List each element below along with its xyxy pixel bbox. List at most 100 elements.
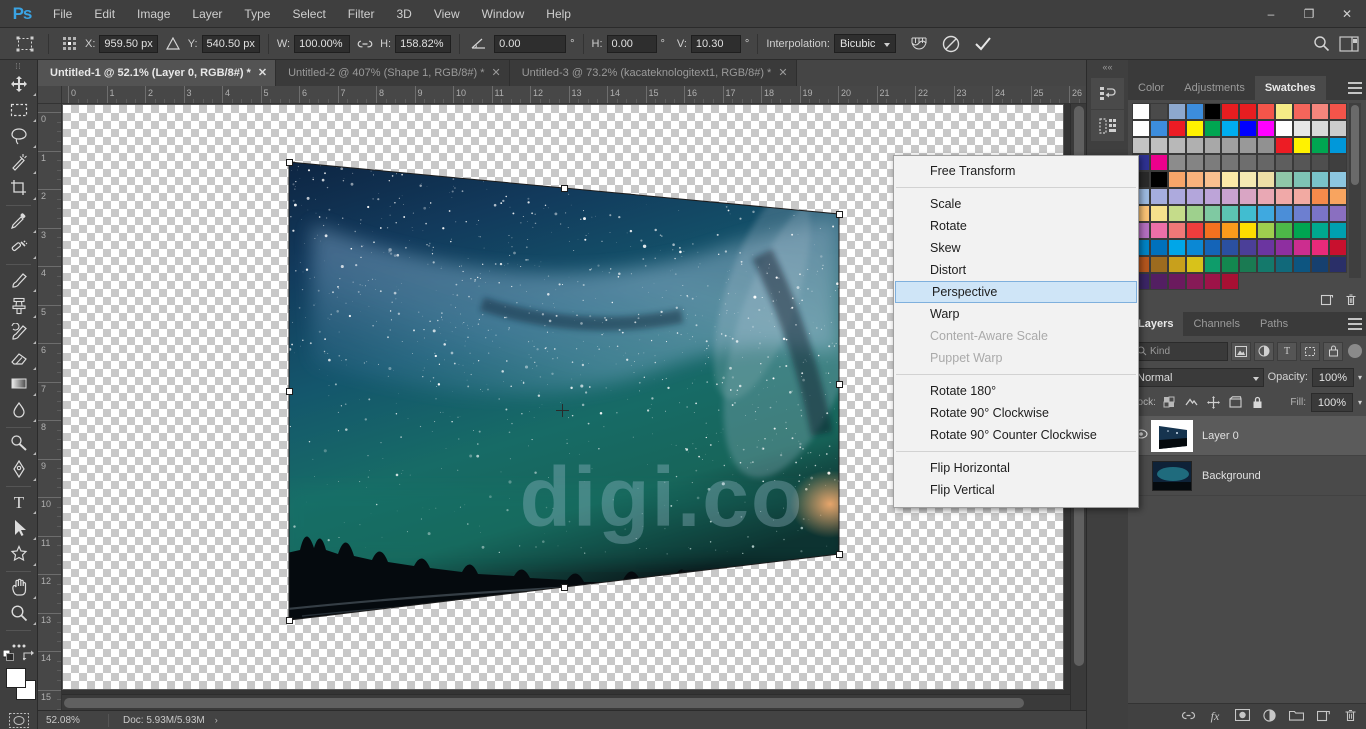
height-input[interactable]: 158.82% (395, 34, 452, 53)
color-swatch[interactable] (1221, 205, 1240, 222)
context-menu-item-warp[interactable]: Warp (894, 303, 1138, 325)
color-swatch[interactable] (1257, 120, 1276, 137)
color-swatch[interactable] (1275, 222, 1294, 239)
layer-thumbnail[interactable] (1152, 460, 1192, 491)
context-menu-item-skew[interactable]: Skew (894, 237, 1138, 259)
color-swatch[interactable] (1203, 188, 1222, 205)
transform-handle-tm[interactable] (561, 185, 568, 192)
color-swatch[interactable] (1275, 154, 1294, 171)
history-brush-tool[interactable] (0, 320, 38, 346)
adjustment-filter-icon[interactable] (1254, 341, 1274, 361)
color-swatch[interactable] (1149, 205, 1168, 222)
transform-handle-tr[interactable] (836, 211, 843, 218)
zoom-tool[interactable] (0, 601, 38, 627)
color-swatch[interactable] (1275, 205, 1294, 222)
color-swatch[interactable] (1275, 171, 1294, 188)
restore-button[interactable]: ❐ (1290, 0, 1328, 28)
color-swatch[interactable] (1239, 137, 1258, 154)
transform-handle-bm[interactable] (561, 584, 568, 591)
color-swatch[interactable] (1167, 154, 1186, 171)
cancel-icon[interactable] (938, 32, 964, 56)
color-swatch[interactable] (1149, 239, 1168, 256)
magic-wand-tool[interactable] (0, 150, 38, 176)
color-swatch[interactable] (1293, 222, 1311, 239)
color-swatch[interactable] (1167, 256, 1186, 273)
color-swatch[interactable] (1239, 205, 1258, 222)
free-transform-icon[interactable] (10, 32, 40, 56)
tab-channels[interactable]: Channels (1183, 312, 1250, 336)
add-layer-mask-button[interactable] (1230, 706, 1254, 728)
color-swatch[interactable] (1310, 154, 1329, 171)
color-swatch[interactable] (1257, 188, 1276, 205)
color-swatch[interactable] (1239, 154, 1258, 171)
document-tab-1[interactable]: Untitled-1 @ 52.1% (Layer 0, RGB/8#) * ✕ (38, 60, 277, 86)
color-swatch[interactable] (1167, 103, 1186, 120)
vertical-ruler[interactable]: 0 1 2 3 4 5 6 7 8 9 10 11 12 13 14 15 (38, 104, 62, 710)
color-swatch[interactable] (1149, 137, 1168, 154)
transform-handle-bl[interactable] (286, 617, 293, 624)
color-swatch[interactable] (1310, 239, 1329, 256)
context-menu-item-distort[interactable]: Distort (894, 259, 1138, 281)
hand-tool[interactable] (0, 575, 38, 601)
opacity-stepper-arrow[interactable]: ▾ (1358, 373, 1362, 382)
color-swatch[interactable] (1221, 222, 1240, 239)
color-swatch[interactable] (1257, 239, 1276, 256)
rotate-angle-input[interactable]: 0.00 (494, 34, 567, 53)
color-swatch[interactable] (1275, 256, 1294, 273)
color-swatch[interactable] (1149, 188, 1168, 205)
transform-handle-ml[interactable] (286, 388, 293, 395)
angle-icon[interactable] (468, 33, 490, 55)
color-swatch[interactable] (1239, 222, 1258, 239)
layer-row[interactable]: Background (1128, 456, 1366, 496)
color-swatch[interactable] (1203, 222, 1222, 239)
reference-point-grid[interactable] (59, 33, 81, 55)
history-icon[interactable] (1091, 78, 1125, 110)
gradient-tool[interactable] (0, 372, 38, 398)
new-adjustment-layer-button[interactable] (1257, 706, 1281, 728)
color-swatch[interactable] (1149, 171, 1168, 188)
skew-v-input[interactable]: 10.30 (690, 34, 741, 53)
type-filter-icon[interactable]: T (1277, 341, 1297, 361)
color-swatch[interactable] (1203, 239, 1222, 256)
link-layers-button[interactable] (1176, 706, 1200, 728)
panel-menu-icon[interactable] (1348, 82, 1362, 94)
panel-menu-icon[interactable] (1348, 318, 1362, 330)
color-swatch[interactable] (1257, 256, 1276, 273)
layer-name[interactable]: Layer 0 (1202, 430, 1239, 442)
color-swatch[interactable] (1293, 120, 1311, 137)
context-menu-item-flip-vertical[interactable]: Flip Vertical (894, 479, 1138, 501)
color-swatch[interactable] (1310, 222, 1329, 239)
color-swatch[interactable] (1239, 256, 1258, 273)
menu-type[interactable]: Type (233, 0, 281, 28)
color-swatch[interactable] (1185, 154, 1204, 171)
menu-help[interactable]: Help (535, 0, 582, 28)
opacity-input[interactable]: 100% (1311, 367, 1354, 387)
color-swatch[interactable] (1149, 273, 1168, 290)
crop-tool[interactable] (0, 176, 38, 202)
color-swatch[interactable] (1257, 205, 1276, 222)
color-swatch[interactable] (1310, 256, 1329, 273)
color-swatch[interactable] (1275, 239, 1294, 256)
color-swatch[interactable] (1239, 171, 1258, 188)
pen-tool[interactable] (0, 457, 38, 483)
path-selection-tool[interactable] (0, 516, 38, 542)
color-swatch[interactable] (1185, 188, 1204, 205)
horizontal-scroll-thumb[interactable] (64, 698, 1024, 708)
color-swatch[interactable] (1221, 120, 1240, 137)
collapse-panels-button[interactable]: «« (1087, 60, 1128, 74)
color-swatch[interactable] (1257, 103, 1276, 120)
document-tab-3[interactable]: Untitled-3 @ 73.2% (kacateknologitext1, … (509, 60, 797, 86)
lock-artboard-icon[interactable] (1227, 394, 1244, 411)
context-menu-item-rotate-90-counter-clockwise[interactable]: Rotate 90° Counter Clockwise (894, 424, 1138, 446)
color-swatch[interactable] (1293, 188, 1311, 205)
color-swatch[interactable] (1257, 171, 1276, 188)
color-swatch[interactable] (1132, 103, 1150, 120)
context-menu-item-perspective[interactable]: Perspective (895, 281, 1137, 303)
color-swatch[interactable] (1221, 256, 1240, 273)
lock-position-icon[interactable] (1205, 394, 1222, 411)
color-swatch[interactable] (1293, 256, 1311, 273)
warp-icon[interactable] (906, 32, 932, 56)
menu-edit[interactable]: Edit (83, 0, 126, 28)
tab-color[interactable]: Color (1128, 76, 1175, 100)
color-swatch[interactable] (1185, 239, 1204, 256)
